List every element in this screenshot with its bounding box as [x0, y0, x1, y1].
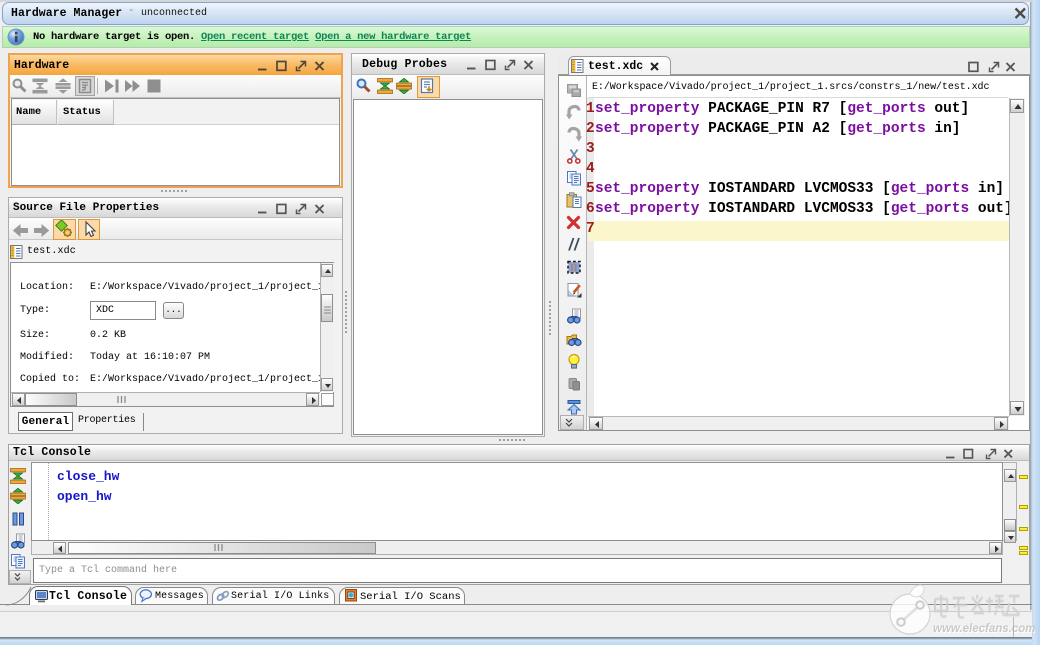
svg-text:www.elecfans.com: www.elecfans.com — [933, 623, 1035, 635]
